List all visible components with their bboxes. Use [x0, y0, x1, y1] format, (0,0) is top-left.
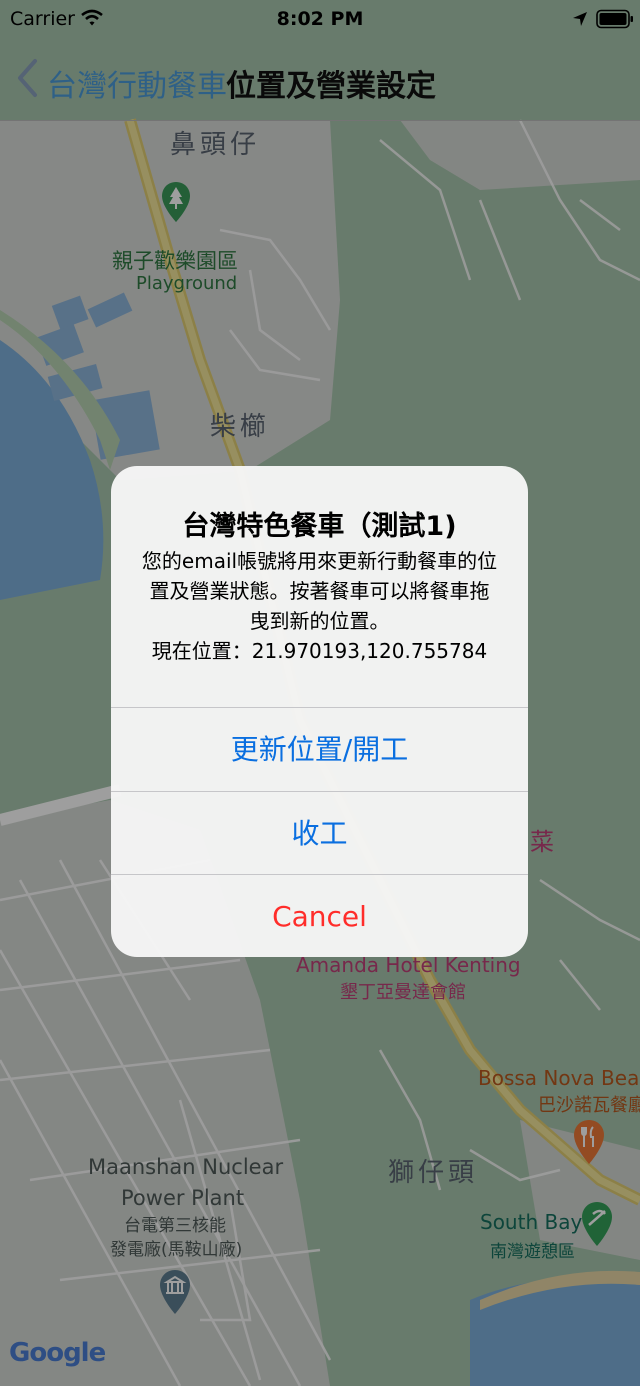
- close-shop-button[interactable]: 收工: [111, 792, 528, 875]
- update-location-button[interactable]: 更新位置/開工: [111, 708, 528, 791]
- alert-message-line-2: 置及營業狀態。按著餐車可以將餐車拖: [149, 579, 490, 603]
- alert-dialog: 台灣特色餐車（測試1) 您的email帳號將用來更新行動餐車的位 置及營業狀態。…: [111, 466, 528, 957]
- alert-message-line-1: 您的email帳號將用來更新行動餐車的位: [141, 549, 498, 573]
- alert-message: 您的email帳號將用來更新行動餐車的位 置及營業狀態。按著餐車可以將餐車拖 曳…: [137, 546, 502, 666]
- alert-title: 台灣特色餐車（測試1): [182, 511, 457, 542]
- alert-message-line-4: 現在位置：21.970193,120.755784: [151, 639, 488, 663]
- cancel-button[interactable]: Cancel: [111, 875, 528, 957]
- alert-message-line-3: 曳到新的位置。: [249, 609, 390, 633]
